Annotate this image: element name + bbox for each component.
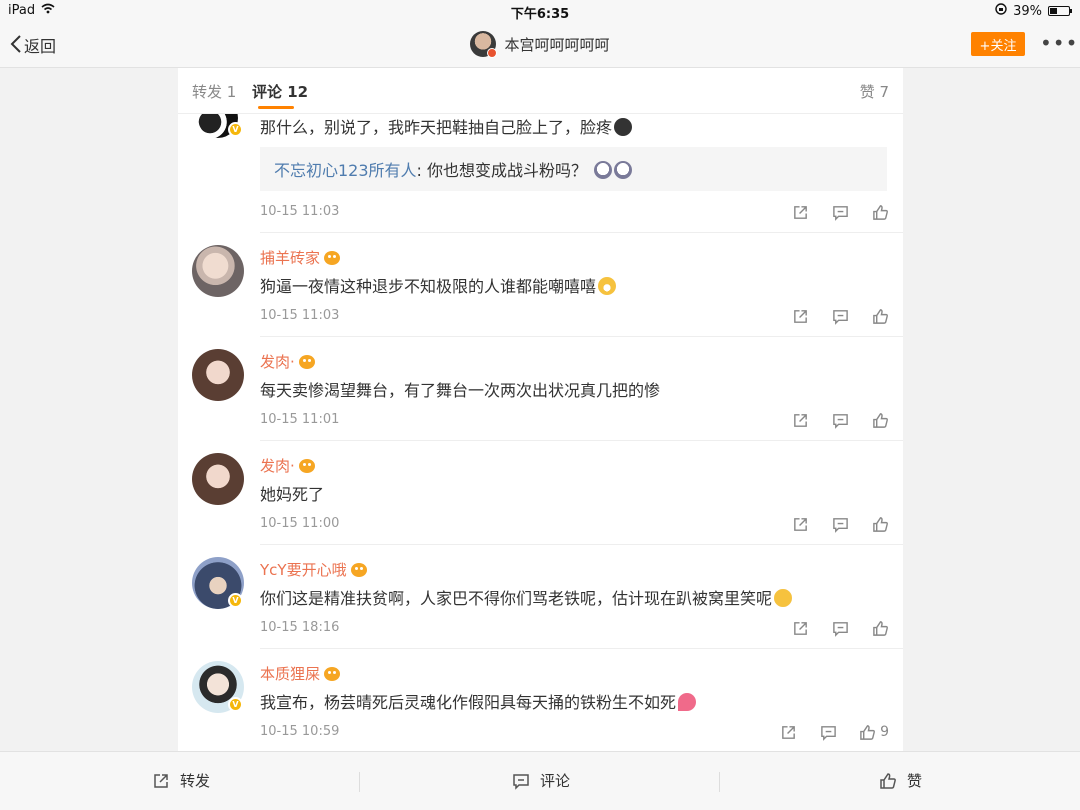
avatar[interactable]	[470, 31, 498, 58]
status-bar: iPad 下午6:35 39%	[0, 0, 1080, 22]
comment-time: 10-15 10:59	[260, 724, 340, 739]
comment-button[interactable]: 评论	[512, 770, 570, 791]
clock: 下午6:35	[510, 7, 570, 22]
tab-comment[interactable]: 评论 12	[252, 81, 308, 102]
divider	[359, 772, 360, 792]
level-badge-icon	[298, 458, 315, 473]
reply-box[interactable]: 不忘初心123所有人: 你也想变成战斗粉吗？	[260, 147, 887, 191]
verified-badge-icon: V	[228, 122, 243, 137]
comment-text: 每天卖惨渴望舞台，有了舞台一次两次出状况真几把的惨	[260, 381, 661, 400]
comment-text: 那什么，别说了，我昨天把鞋抽自己脸上了，脸疼	[260, 114, 633, 138]
comment-time: 10-15 11:03	[260, 204, 340, 219]
list-item: 发肉· 每天卖惨渴望舞台，有了舞台一次两次出状况真几把的惨 10-15 11:0…	[178, 337, 903, 441]
comment-username[interactable]: 捕羊砖家	[260, 247, 341, 268]
battery-icon	[1048, 6, 1072, 16]
list-item: V YcY要开心哦 你们这是精准扶贫啊，人家巴不得你们骂老铁呢，估计现在趴被窝里…	[178, 545, 903, 649]
comment-time: 10-15 11:03	[260, 308, 340, 323]
reply-icon[interactable]	[819, 723, 837, 741]
share-icon[interactable]	[779, 723, 797, 741]
list-item: 发肉· 她妈死了 10-15 11:00	[178, 441, 903, 545]
avatar[interactable]	[192, 349, 244, 401]
comment-time: 10-15 11:01	[260, 412, 340, 427]
tab-like[interactable]: 赞 7	[860, 81, 889, 102]
like-icon[interactable]	[871, 307, 889, 325]
divider	[719, 772, 720, 792]
reply-username-link[interactable]: 不忘初心123所有人	[274, 161, 417, 180]
comment-actions	[791, 307, 889, 325]
comment-actions	[791, 515, 889, 533]
more-options-icon[interactable]: •••	[1040, 31, 1078, 55]
emoji-icon	[598, 277, 617, 295]
like-icon	[880, 772, 896, 789]
comment-username[interactable]: 本质狸屎	[260, 663, 341, 684]
page-title: 本宫呵呵呵呵呵	[504, 35, 610, 54]
comment-time: 10-15 18:16	[260, 620, 340, 635]
like-icon[interactable]	[871, 619, 889, 637]
emoji-icon	[774, 589, 793, 607]
repost-button[interactable]: 转发	[152, 770, 210, 791]
like-icon[interactable]	[871, 515, 889, 533]
like-button[interactable]: 9	[859, 723, 889, 741]
comment-username[interactable]: 发肉·	[260, 455, 315, 476]
share-icon[interactable]	[791, 307, 809, 325]
level-badge-icon	[350, 562, 367, 577]
like-label: 赞	[907, 772, 923, 790]
comment-actions: 9	[779, 723, 889, 741]
reply-icon[interactable]	[831, 515, 849, 533]
comment-actions	[791, 203, 889, 221]
heart-emoji-icon	[678, 693, 697, 711]
reply-icon[interactable]	[831, 411, 849, 429]
comment-username[interactable]: YcY要开心哦	[260, 559, 367, 580]
comment-time: 10-15 11:00	[260, 516, 340, 531]
like-icon[interactable]	[871, 203, 889, 221]
list-item: 捕羊砖家 狗逼一夜情这种退步不知极限的人谁都能嘲嘻嘻 10-15 11:03	[178, 233, 903, 337]
comment-text: 我宣布，杨芸晴死后灵魂化作假阳具每天捅的铁粉生不如死	[260, 689, 697, 713]
emoji-icon	[614, 118, 633, 136]
like-icon	[860, 724, 876, 740]
verified-badge-icon: V	[228, 593, 243, 608]
nav-title: 本宫呵呵呵呵呵	[0, 31, 1080, 58]
orientation-lock-icon	[995, 3, 1007, 19]
share-icon	[154, 773, 168, 788]
share-icon[interactable]	[791, 619, 809, 637]
comment-actions	[791, 411, 889, 429]
comment-actions	[791, 619, 889, 637]
list-item: V 本质狸屎 我宣布，杨芸晴死后灵魂化作假阳具每天捅的铁粉生不如死 10-15 …	[178, 649, 903, 751]
share-icon[interactable]	[791, 411, 809, 429]
share-icon[interactable]	[791, 515, 809, 533]
like-icon[interactable]	[871, 411, 889, 429]
level-badge-icon	[324, 666, 341, 681]
battery-percent: 39%	[1013, 3, 1042, 19]
like-count: 9	[880, 724, 889, 740]
level-badge-icon	[298, 354, 315, 369]
active-tab-indicator	[258, 106, 294, 109]
comment-icon	[513, 773, 529, 790]
comment-text: 她妈死了	[260, 485, 325, 504]
avatar[interactable]	[192, 453, 244, 505]
comment-text: 你们这是精准扶贫啊，人家巴不得你们骂老铁呢，估计现在趴被窝里笑呢	[260, 585, 793, 609]
emoji-icon	[614, 161, 633, 179]
like-button[interactable]: 赞	[879, 770, 922, 791]
reply-icon[interactable]	[831, 203, 849, 221]
bottom-action-bar: 转发 评论 赞	[0, 751, 1080, 810]
level-badge-icon	[324, 250, 341, 265]
comment-text: 狗逼一夜情这种退步不知极限的人谁都能嘲嘻嘻	[260, 273, 617, 297]
comment-label: 评论	[540, 772, 571, 790]
tab-repost[interactable]: 转发 1	[192, 81, 236, 102]
nav-bar: 返回 本宫呵呵呵呵呵 +关注 •••	[0, 22, 1080, 68]
reply-icon[interactable]	[831, 307, 849, 325]
share-icon[interactable]	[791, 203, 809, 221]
reply-icon[interactable]	[831, 619, 849, 637]
comment-username[interactable]: 发肉·	[260, 351, 315, 372]
verified-badge-icon: V	[228, 697, 243, 712]
avatar[interactable]	[192, 245, 244, 297]
emoji-icon	[594, 161, 613, 179]
tab-bar: 转发 1 评论 12 赞 7	[178, 68, 903, 114]
reply-text: : 你也想变成战斗粉吗？	[416, 161, 588, 180]
repost-label: 转发	[180, 772, 211, 790]
comments-card: 转发 1 评论 12 赞 7 V 那什么，别说了，我昨天把鞋抽自己脸上了，脸疼 …	[178, 68, 903, 751]
follow-button[interactable]: +关注	[971, 32, 1025, 56]
